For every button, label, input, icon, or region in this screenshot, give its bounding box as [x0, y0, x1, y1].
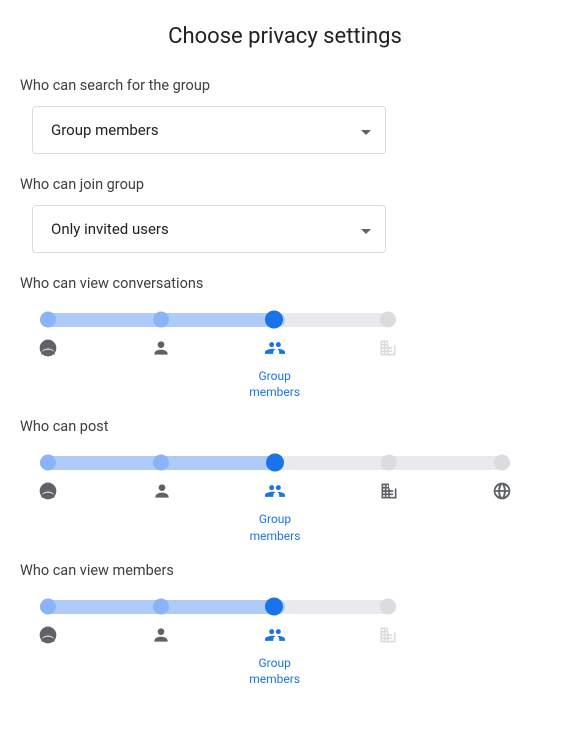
org-icon[interactable] [359, 481, 419, 543]
org-icon[interactable] [358, 338, 418, 400]
manager-icon[interactable] [131, 625, 191, 687]
slider-stop[interactable] [265, 311, 283, 329]
slider-icons-post: Group members [40, 481, 510, 543]
page-title: Choose privacy settings [20, 24, 550, 49]
slider-stop-label: Group members [250, 511, 301, 543]
field-search: Who can search for the group Group membe… [20, 77, 550, 154]
slider-stop[interactable] [266, 454, 284, 472]
slider-stop[interactable] [40, 598, 56, 614]
slider-stops [40, 455, 510, 472]
slider-icons-view-conversations: Group members [40, 338, 396, 400]
owner-icon[interactable] [18, 625, 78, 687]
slider-stop[interactable] [153, 598, 169, 614]
slider-stop[interactable] [380, 312, 396, 328]
slider-stop[interactable] [40, 312, 56, 328]
slider-stop[interactable] [380, 598, 396, 614]
slider-label-view-members: Who can view members [20, 562, 550, 579]
slider-stop[interactable] [153, 455, 169, 471]
chevron-down-icon [361, 121, 371, 139]
org-icon[interactable] [358, 625, 418, 687]
group-icon[interactable]: Group members [245, 481, 305, 543]
select-join[interactable]: Only invited users [32, 205, 386, 253]
chevron-down-icon [361, 220, 371, 238]
slider-section-view-conversations: Who can view conversations Group members [20, 275, 550, 400]
field-search-label: Who can search for the group [20, 77, 550, 94]
slider-view-members[interactable] [40, 599, 396, 615]
slider-stop[interactable] [265, 597, 283, 615]
slider-stop-label: Group members [249, 655, 300, 687]
slider-post[interactable] [40, 455, 510, 471]
field-join-label: Who can join group [20, 176, 550, 193]
slider-stop[interactable] [40, 455, 56, 471]
slider-stops [40, 598, 396, 615]
group-icon[interactable]: Group members [245, 625, 305, 687]
owner-icon[interactable] [18, 481, 78, 543]
slider-view-conversations[interactable] [40, 312, 396, 328]
slider-stop[interactable] [153, 312, 169, 328]
slider-stop[interactable] [494, 455, 510, 471]
slider-section-post: Who can post Group members [20, 418, 550, 543]
select-join-value: Only invited users [51, 220, 169, 238]
slider-stop-label: Group members [249, 368, 300, 400]
select-search-value: Group members [51, 121, 159, 139]
slider-section-view-members: Who can view members Group members [20, 562, 550, 687]
slider-stops [40, 312, 396, 329]
select-search[interactable]: Group members [32, 106, 386, 154]
manager-icon[interactable] [132, 481, 192, 543]
slider-label-post: Who can post [20, 418, 550, 435]
manager-icon[interactable] [131, 338, 191, 400]
web-icon[interactable] [472, 481, 532, 543]
slider-stop[interactable] [381, 455, 397, 471]
field-join: Who can join group Only invited users [20, 176, 550, 253]
owner-icon[interactable] [18, 338, 78, 400]
slider-icons-view-members: Group members [40, 625, 396, 687]
slider-label-view-conversations: Who can view conversations [20, 275, 550, 292]
group-icon[interactable]: Group members [245, 338, 305, 400]
